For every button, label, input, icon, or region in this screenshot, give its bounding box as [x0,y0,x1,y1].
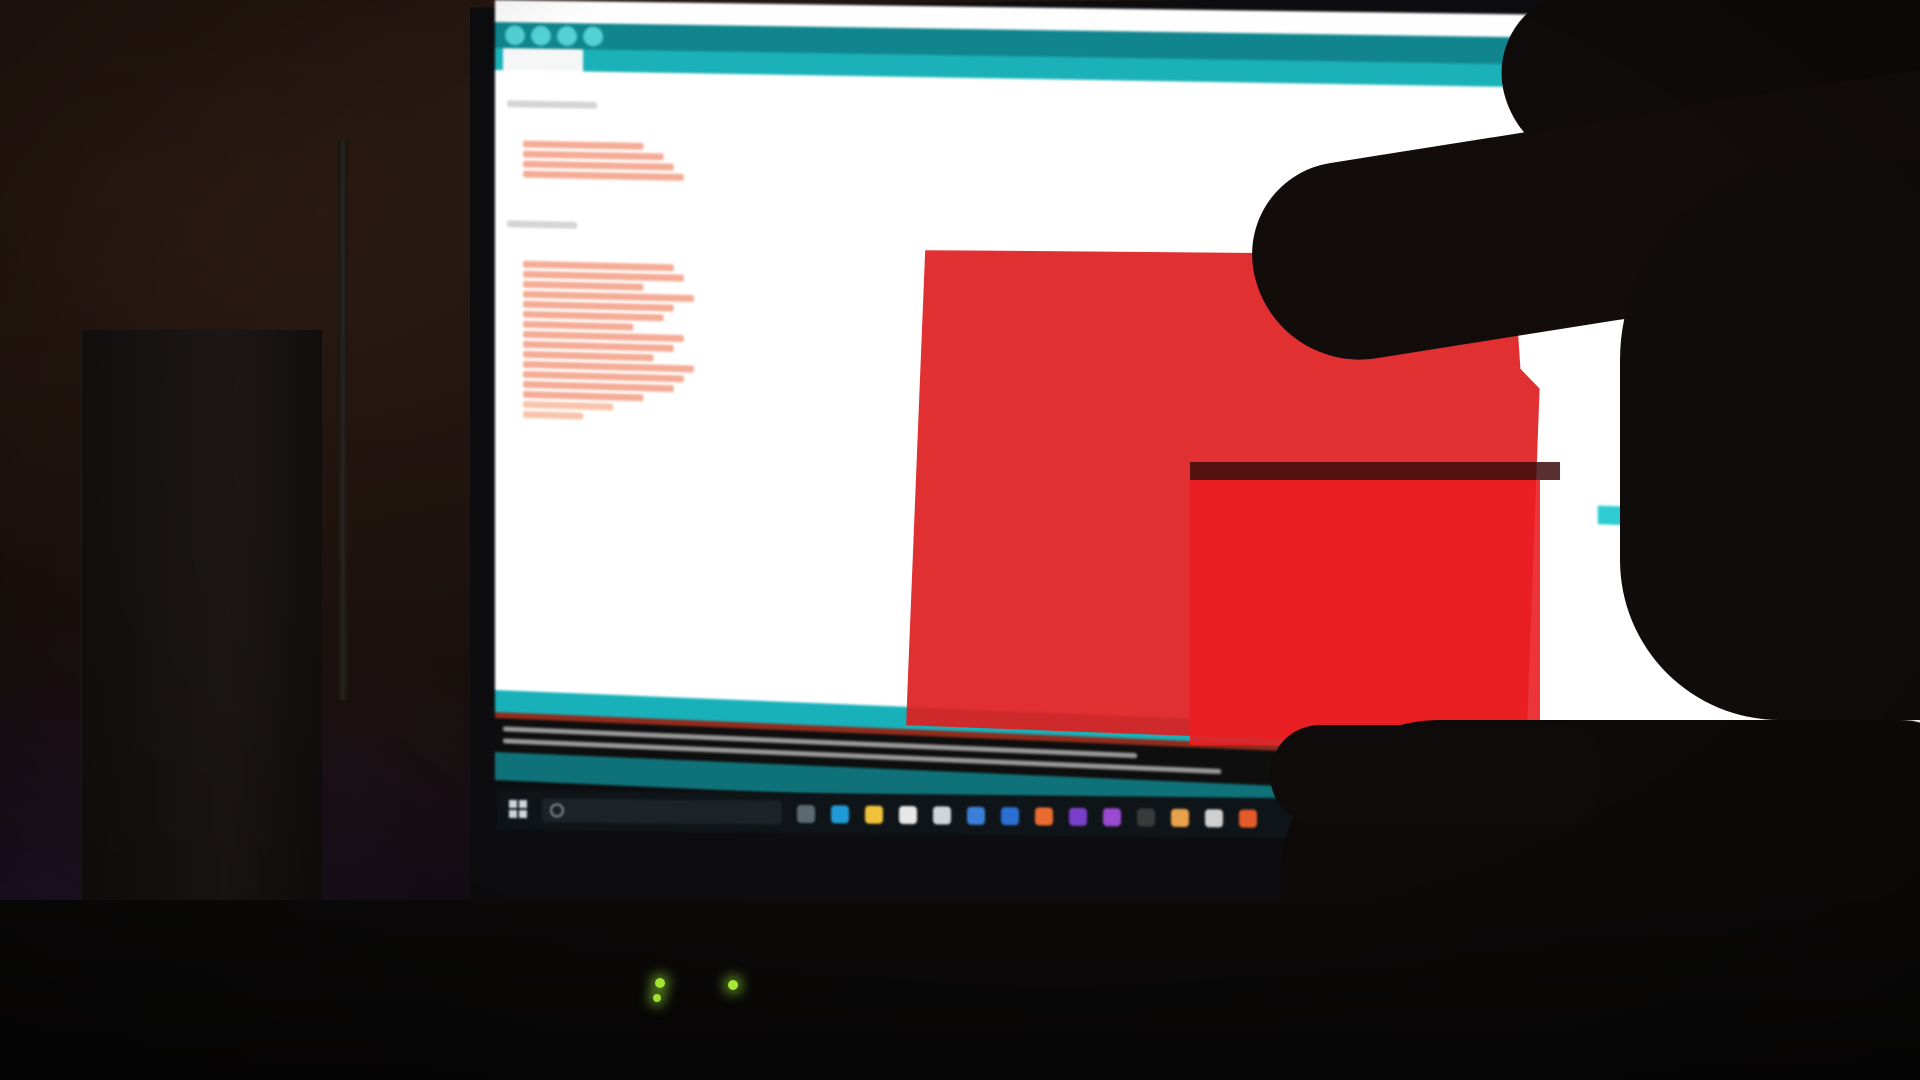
code-line [522,390,644,402]
code-line [522,260,674,272]
taskbar-search-box[interactable] [542,798,782,825]
led-indicator [653,994,661,1002]
verify-button[interactable] [504,25,525,46]
code-line [522,170,684,181]
app-icon[interactable] [1137,808,1155,827]
code-line [506,100,598,109]
code-line [522,330,684,343]
code-line [522,310,664,322]
new-button[interactable] [556,25,578,47]
led-indicator [655,978,665,988]
filter-overlap-region [1190,480,1540,745]
task-view-icon[interactable] [797,804,815,824]
desk-surface [0,900,1920,1080]
lamp-pole [338,140,348,700]
windows-icon[interactable] [509,799,527,819]
code-line [522,300,674,312]
chrome-icon[interactable] [1035,807,1053,826]
app-icon[interactable] [1205,809,1223,828]
code-line [522,320,634,331]
pen-icon[interactable] [967,806,985,825]
code-line [522,160,674,171]
code-line [522,410,584,420]
hand-thumb [1270,725,1600,825]
mail-icon[interactable] [933,806,951,825]
upload-button[interactable] [530,25,551,46]
code-line [522,340,674,352]
code-line [522,270,684,282]
hand-palm [1620,160,1920,720]
app-icon[interactable] [1069,807,1087,826]
code-line [522,140,644,150]
code-line [522,400,614,411]
led-indicator [728,980,738,990]
app-icon[interactable] [1239,809,1257,828]
code-line [522,290,695,303]
code-line [522,280,644,291]
app-icon[interactable] [1171,808,1189,828]
file-explorer-icon[interactable] [865,805,883,824]
code-line [522,150,664,161]
code-line [506,220,578,229]
open-button[interactable] [583,26,604,47]
code-line [522,380,674,393]
sketch-tab[interactable] [502,48,584,72]
app-icon[interactable] [1001,807,1019,826]
search-icon [550,803,564,818]
app-icon[interactable] [1103,808,1121,827]
filter-overlap-shadow [1190,462,1560,480]
store-icon[interactable] [899,805,917,825]
code-line [522,350,654,362]
edge-icon[interactable] [831,805,849,824]
